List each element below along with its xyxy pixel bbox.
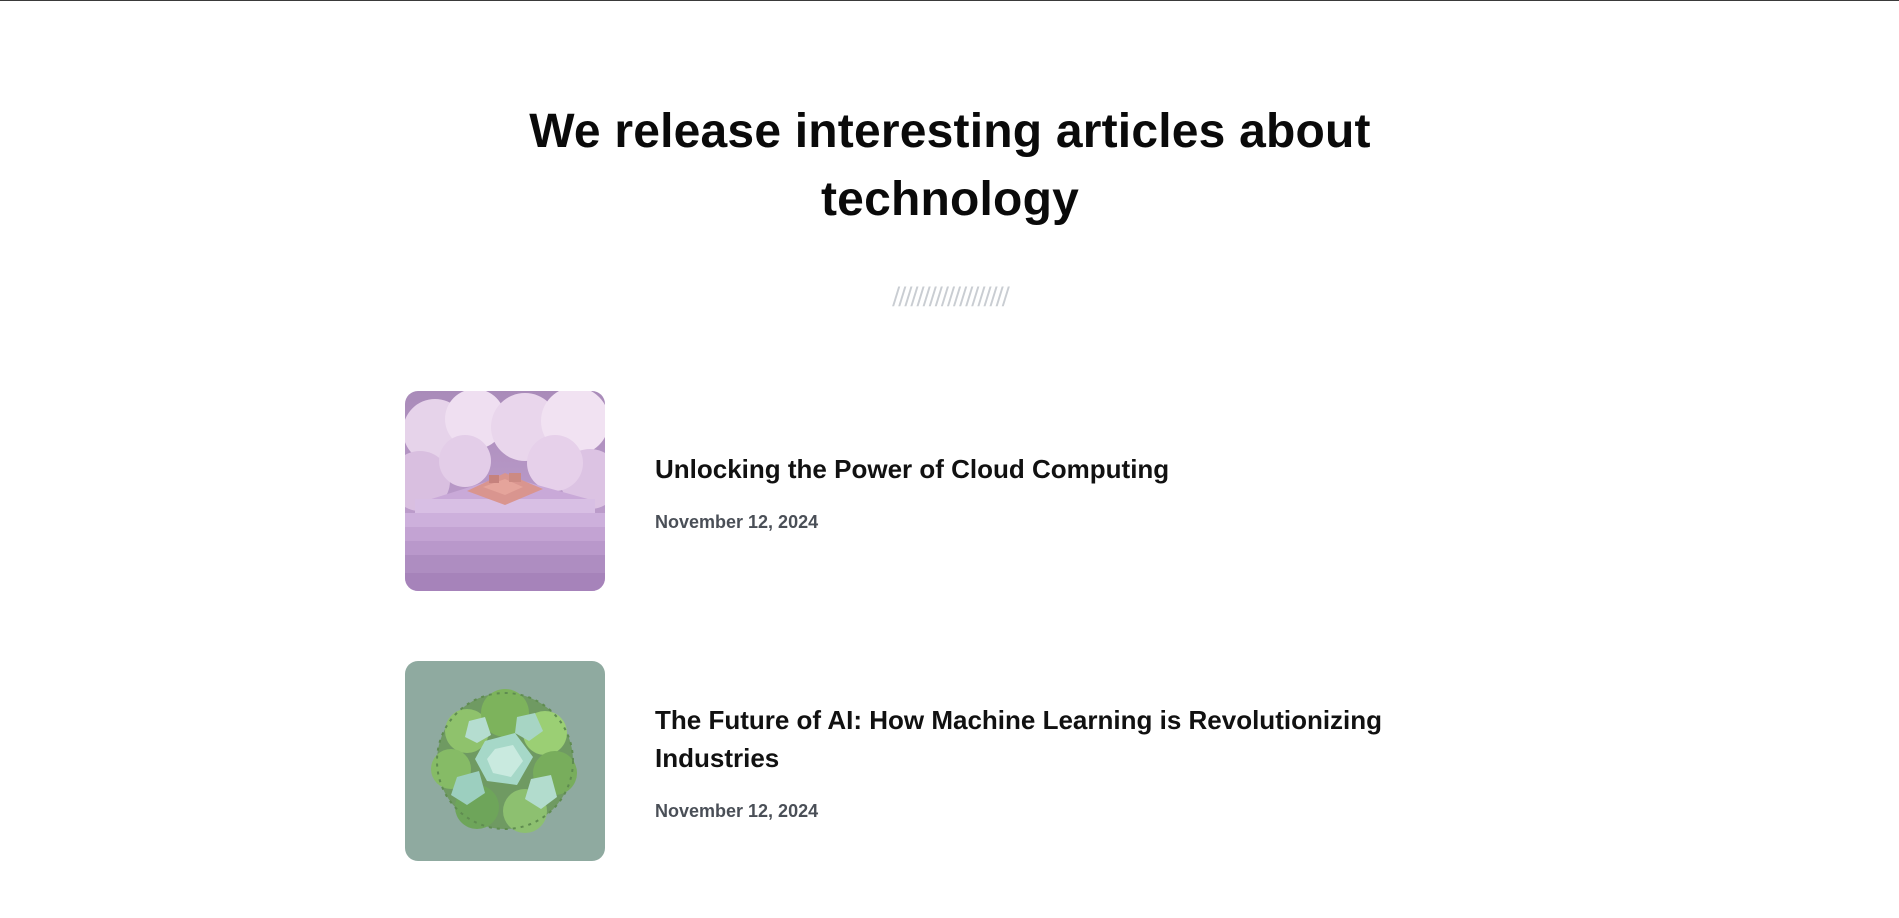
- green-crystal-illustration[interactable]: [405, 661, 605, 861]
- blog-section: We release interesting articles about te…: [0, 0, 1899, 918]
- article-date: November 12, 2024: [655, 511, 819, 532]
- article-content: The Future of AI: How Machine Learning i…: [655, 701, 1415, 822]
- top-border: [0, 0, 1899, 1]
- cloud-platform-illustration[interactable]: [405, 391, 605, 591]
- title-divider: ///////////////////: [892, 282, 1010, 310]
- article-card[interactable]: The Future of AI: How Machine Learning i…: [405, 661, 1505, 861]
- article-list: Unlocking the Power of Cloud Computing N…: [405, 391, 1505, 918]
- section-title: We release interesting articles about te…: [529, 105, 1371, 226]
- article-card[interactable]: Unlocking the Power of Cloud Computing N…: [405, 391, 1505, 591]
- article-date: November 12, 2024: [655, 800, 819, 821]
- article-title-link[interactable]: The Future of AI: How Machine Learning i…: [655, 701, 1415, 777]
- article-content: Unlocking the Power of Cloud Computing N…: [655, 450, 1415, 533]
- article-title-link[interactable]: Unlocking the Power of Cloud Computing: [655, 450, 1415, 488]
